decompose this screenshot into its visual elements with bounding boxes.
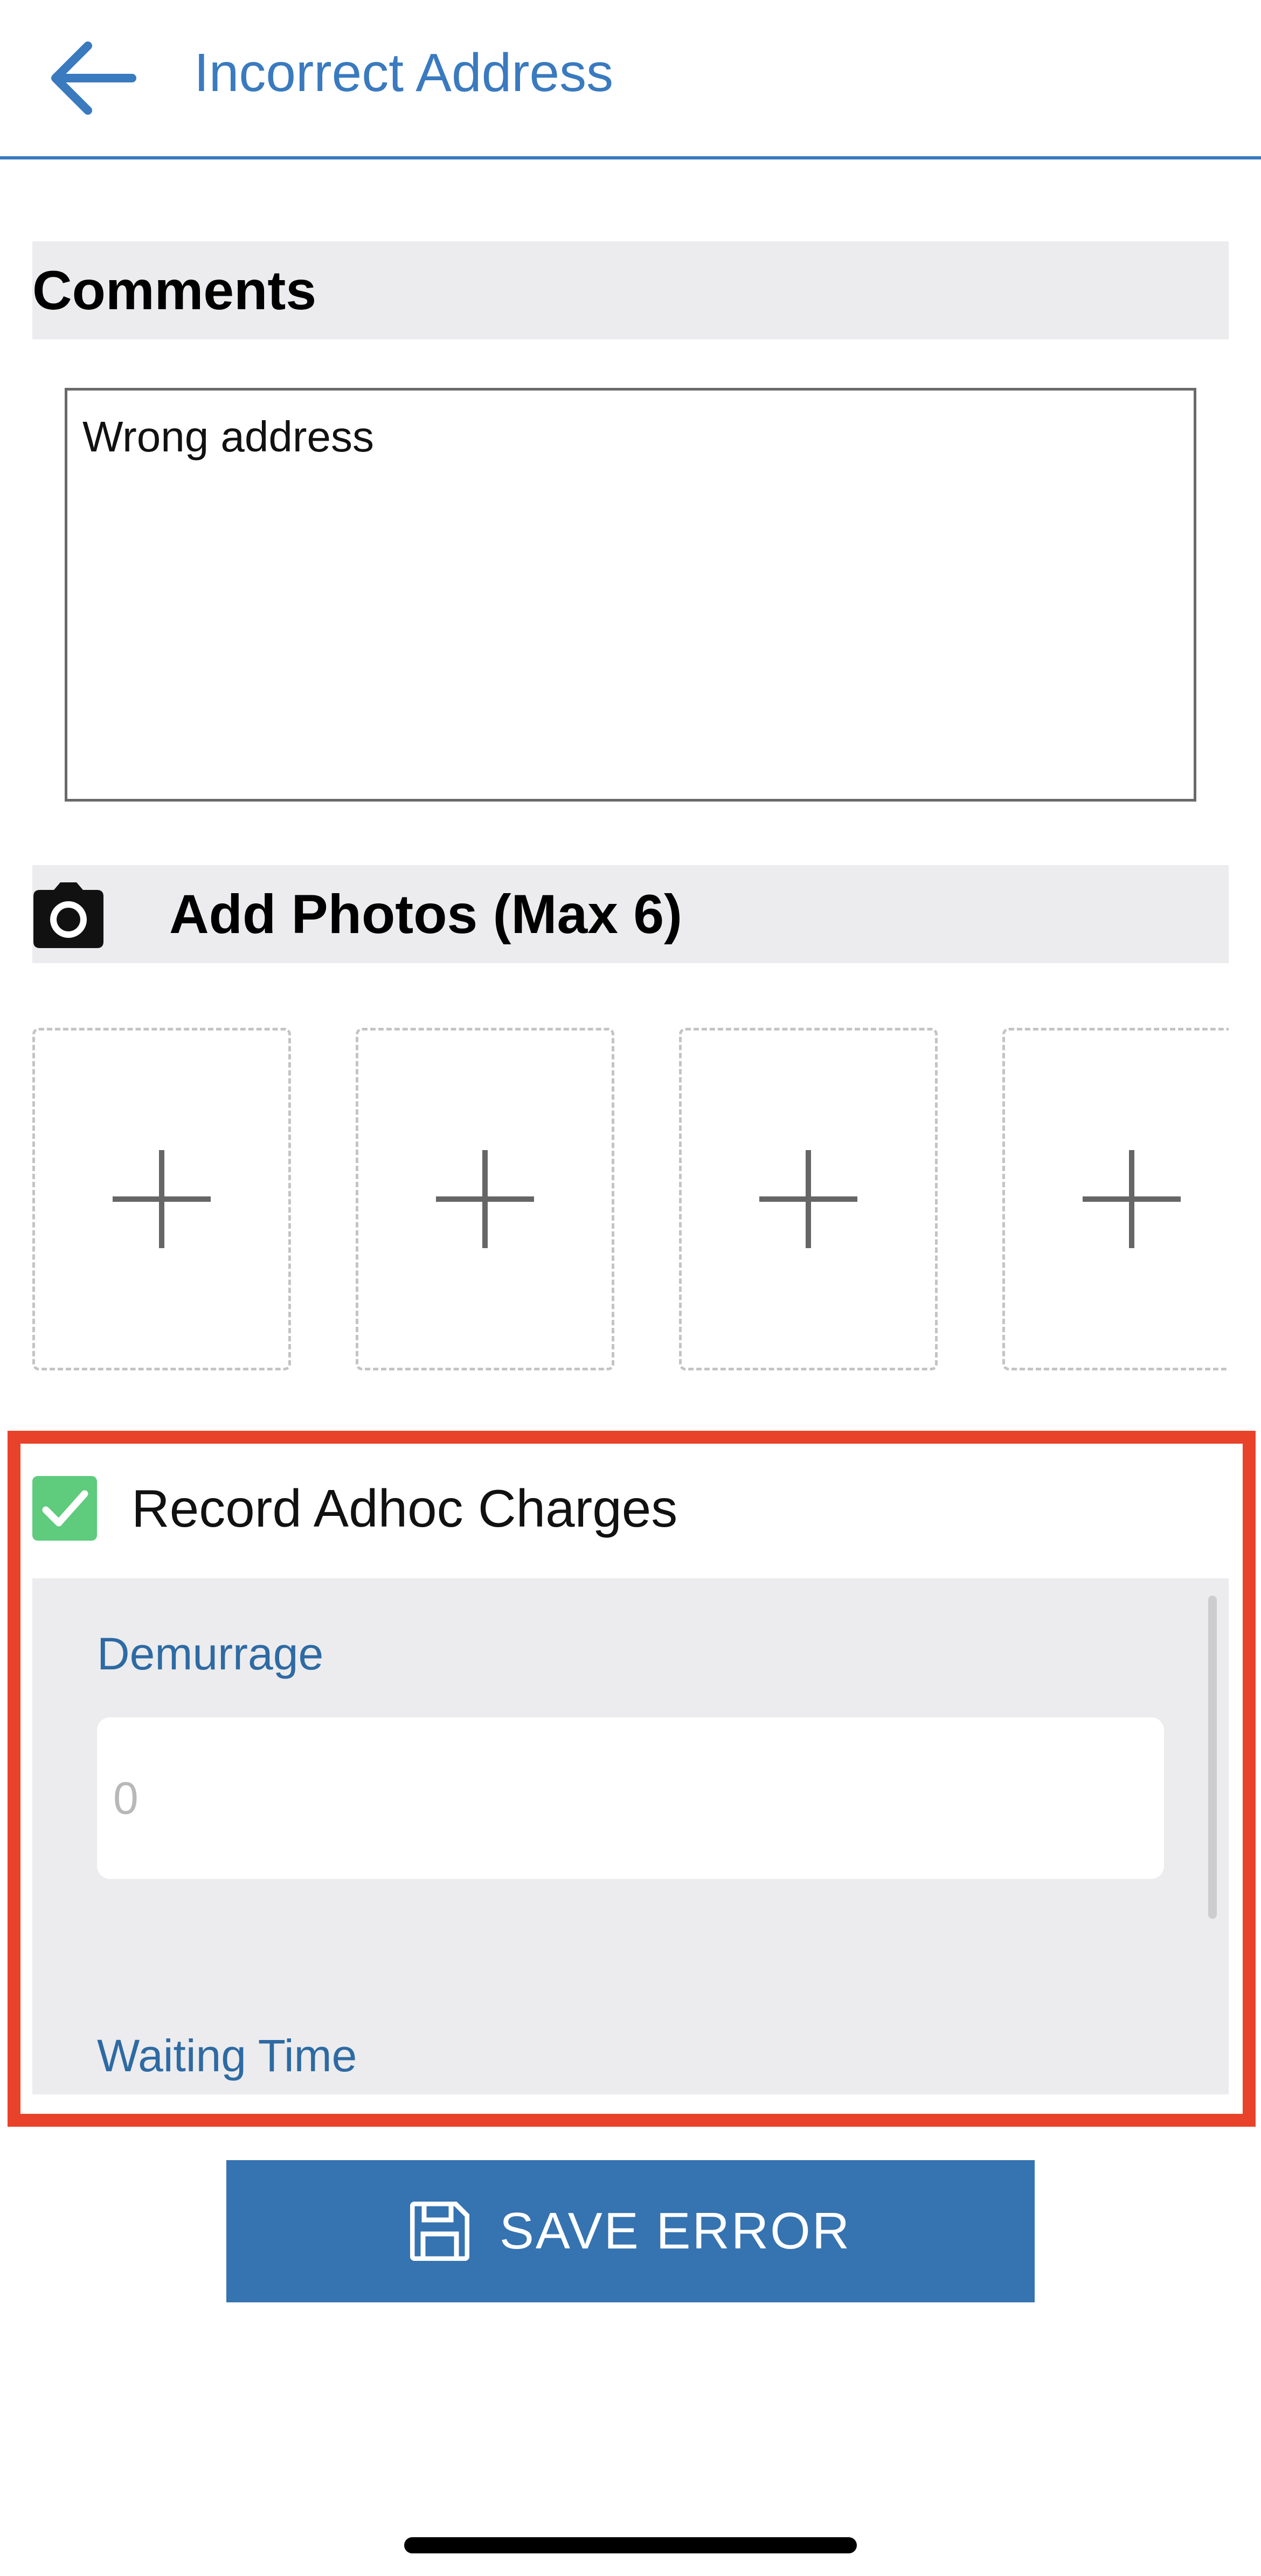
home-indicator[interactable] — [404, 2537, 857, 2553]
plus-icon — [113, 1150, 211, 1248]
demurrage-label: Demurrage — [97, 1628, 324, 1679]
comments-input[interactable]: Wrong address — [65, 388, 1196, 802]
add-photo-slot-3[interactable] — [679, 1028, 938, 1370]
photos-section-header: Add Photos (Max 6) — [32, 865, 1229, 963]
add-photo-slot-4[interactable] — [1002, 1028, 1229, 1370]
waiting-time-label: Waiting Time — [97, 2030, 357, 2081]
photos-title: Add Photos (Max 6) — [169, 883, 683, 945]
record-adhoc-charges-toggle[interactable]: Record Adhoc Charges — [32, 1471, 677, 1546]
plus-icon — [436, 1150, 534, 1248]
panel-scrollbar[interactable] — [1208, 1596, 1217, 1919]
comments-title: Comments — [32, 259, 317, 321]
camera-icon — [33, 882, 103, 948]
plus-icon — [759, 1150, 857, 1248]
record-adhoc-charges-label: Record Adhoc Charges — [131, 1478, 678, 1538]
checkmark-icon — [42, 1490, 88, 1527]
photo-slots-row[interactable] — [32, 1028, 1229, 1370]
floppy-disk-icon — [410, 2202, 469, 2261]
back-button[interactable] — [43, 38, 140, 119]
save-error-button[interactable]: SAVE ERROR — [226, 2160, 1035, 2302]
arrow-left-icon — [51, 41, 136, 115]
save-error-label: SAVE ERROR — [499, 2202, 851, 2260]
add-photo-slot-2[interactable] — [356, 1028, 614, 1370]
plus-icon — [1083, 1150, 1181, 1248]
add-photo-slot-1[interactable] — [32, 1028, 291, 1370]
demurrage-input[interactable] — [97, 1717, 1164, 1879]
page-title: Incorrect Address — [194, 42, 614, 103]
comments-section-header: Comments — [32, 241, 1229, 339]
record-adhoc-charges-checkbox[interactable] — [32, 1476, 97, 1541]
adhoc-charges-panel[interactable]: Demurrage Waiting Time — [32, 1578, 1229, 2094]
header-divider — [0, 156, 1261, 159]
